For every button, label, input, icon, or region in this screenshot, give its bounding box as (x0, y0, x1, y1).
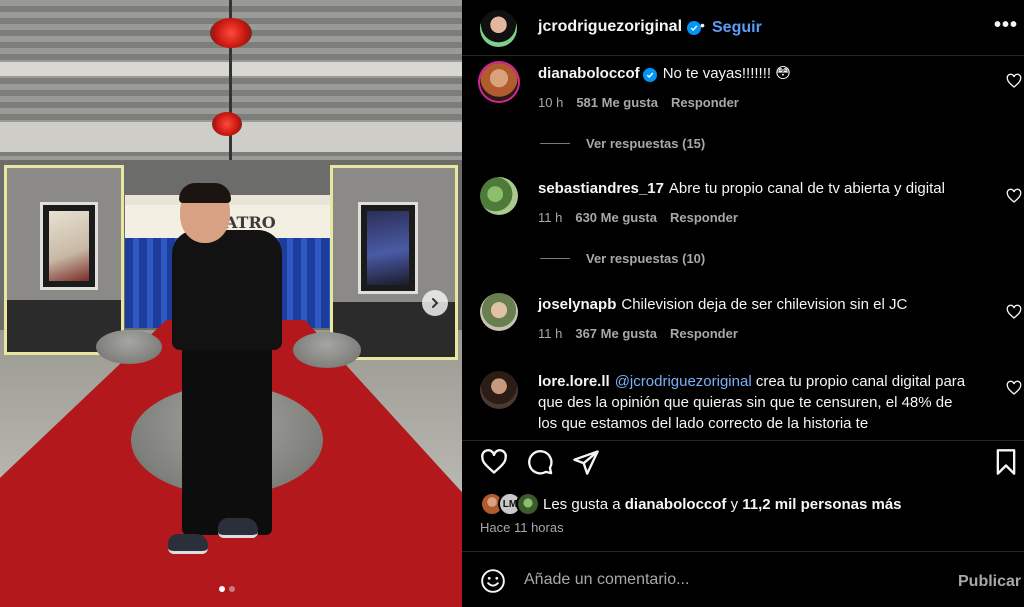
comment-username[interactable]: dianaboloccof (538, 65, 640, 82)
author-username[interactable]: jcrodriguezoriginal (538, 18, 702, 36)
reply-button[interactable]: Responder (670, 326, 738, 341)
more-options-icon[interactable]: ••• (994, 14, 1018, 37)
commenter-avatar[interactable] (480, 293, 518, 331)
photo-person-body (172, 230, 282, 350)
likes-summary[interactable]: LM Les gusta a dianaboloccof y 11,2 mil … (480, 492, 902, 516)
photo-poster-left (40, 202, 98, 290)
comment-meta: 11 h 630 Me gusta Responder (538, 210, 738, 225)
like-comment-heart-icon[interactable] (1006, 304, 1022, 320)
comment-time[interactable]: 11 h (538, 326, 562, 341)
comment-body: No te vayas!!!!!!! 😳 (662, 65, 791, 82)
view-replies-label[interactable]: Ver respuestas (10) (586, 251, 705, 266)
reply-button[interactable]: Responder (671, 95, 739, 110)
comment-body: Chilevision deja de ser chilevision sin … (621, 296, 908, 313)
author-avatar[interactable] (480, 10, 517, 47)
comment-likes[interactable]: 367 Me gusta (575, 326, 657, 341)
post-side-panel: jcrodriguezoriginal • Seguir ••• dianabo… (462, 0, 1024, 607)
like-comment-heart-icon[interactable] (1006, 188, 1022, 204)
likes-prefix: Les gusta a (543, 495, 621, 513)
save-bookmark-icon[interactable] (992, 448, 1020, 476)
comment-username[interactable]: joselynapb (538, 296, 616, 313)
reply-button[interactable]: Responder (670, 210, 738, 225)
liker-avatar (516, 492, 540, 516)
photo-person-hair (179, 183, 231, 203)
like-comment-heart-icon[interactable] (1006, 380, 1022, 396)
comment-time[interactable]: 11 h (538, 210, 562, 225)
comment-bubble-icon[interactable] (526, 448, 554, 476)
like-heart-icon[interactable] (480, 448, 508, 476)
view-replies-button[interactable]: Ver respuestas (10) (540, 251, 705, 266)
post-timestamp[interactable]: Hace 11 horas (480, 520, 564, 535)
photo-person-shoe (168, 534, 208, 554)
comment-meta: 11 h 367 Me gusta Responder (538, 326, 738, 341)
comment-text: sebastiandres_17 Abre tu propio canal de … (538, 178, 968, 199)
photo-ottoman (96, 330, 162, 364)
photo-ottoman (293, 332, 361, 368)
post-action-bar (462, 440, 1024, 480)
comment-body: Abre tu propio canal de tv abierta y dig… (668, 180, 945, 197)
photo-lamp (210, 18, 252, 48)
commenter-avatar[interactable] (480, 371, 518, 409)
chevron-right-icon (432, 298, 439, 308)
commenter-avatar[interactable] (480, 63, 518, 101)
comment-text: joselynapb Chilevision deja de ser chilev… (538, 294, 968, 315)
likers-avatars: LM (480, 492, 542, 516)
emoji-picker-icon[interactable] (480, 568, 506, 594)
comment-likes[interactable]: 630 Me gusta (575, 210, 657, 225)
post-media[interactable]: ATRO (0, 0, 462, 607)
instagram-post-view: ATRO jcrodriguezoriginal • Seguir ••• di… (0, 0, 1024, 607)
comment-mention-link[interactable]: @jcrodriguezoriginal (615, 373, 752, 390)
share-send-icon[interactable] (572, 448, 600, 476)
likes-connector: y (730, 495, 739, 513)
comment-username[interactable]: lore.lore.ll (538, 373, 610, 390)
publish-button[interactable]: Publicar (958, 573, 1021, 591)
likes-user-link[interactable]: dianaboloccof (625, 496, 727, 513)
verified-badge-icon (687, 21, 702, 35)
author-username-text[interactable]: jcrodriguezoriginal (538, 18, 682, 35)
likes-count-link[interactable]: 11,2 mil personas más (742, 496, 901, 513)
replies-divider (540, 143, 570, 144)
comment-meta: 10 h 581 Me gusta Responder (538, 95, 739, 110)
like-comment-heart-icon[interactable] (1006, 73, 1022, 89)
photo-person-shoe (218, 518, 258, 538)
verified-badge-icon (642, 68, 657, 82)
replies-divider (540, 258, 570, 259)
carousel-dot (229, 586, 235, 592)
comment-likes[interactable]: 581 Me gusta (576, 95, 658, 110)
comment-input[interactable] (524, 566, 944, 594)
comment-text: lore.lore.ll @jcrodriguezoriginal crea tu… (538, 371, 968, 432)
comments-list[interactable]: dianaboloccof No te vayas!!!!!!! 😳 10 h 5… (462, 57, 1024, 432)
view-replies-button[interactable]: Ver respuestas (15) (540, 136, 705, 151)
follow-button[interactable]: Seguir (712, 19, 762, 37)
commenter-avatar[interactable] (480, 177, 518, 215)
comment-time[interactable]: 10 h (538, 95, 563, 110)
photo-lamp (212, 112, 242, 136)
comment-username[interactable]: sebastiandres_17 (538, 180, 664, 197)
comment-text: dianaboloccof No te vayas!!!!!!! 😳 (538, 63, 968, 84)
photo-person-legs (182, 345, 272, 535)
comment-composer: Publicar (462, 551, 1024, 607)
photo-poster-right (358, 202, 418, 294)
carousel-dot (219, 586, 225, 592)
carousel-indicator (219, 586, 235, 592)
header-separator: • (700, 17, 705, 33)
view-replies-label[interactable]: Ver respuestas (15) (586, 136, 705, 151)
post-header: jcrodriguezoriginal • Seguir ••• (462, 0, 1024, 56)
next-slide-button[interactable] (422, 290, 448, 316)
